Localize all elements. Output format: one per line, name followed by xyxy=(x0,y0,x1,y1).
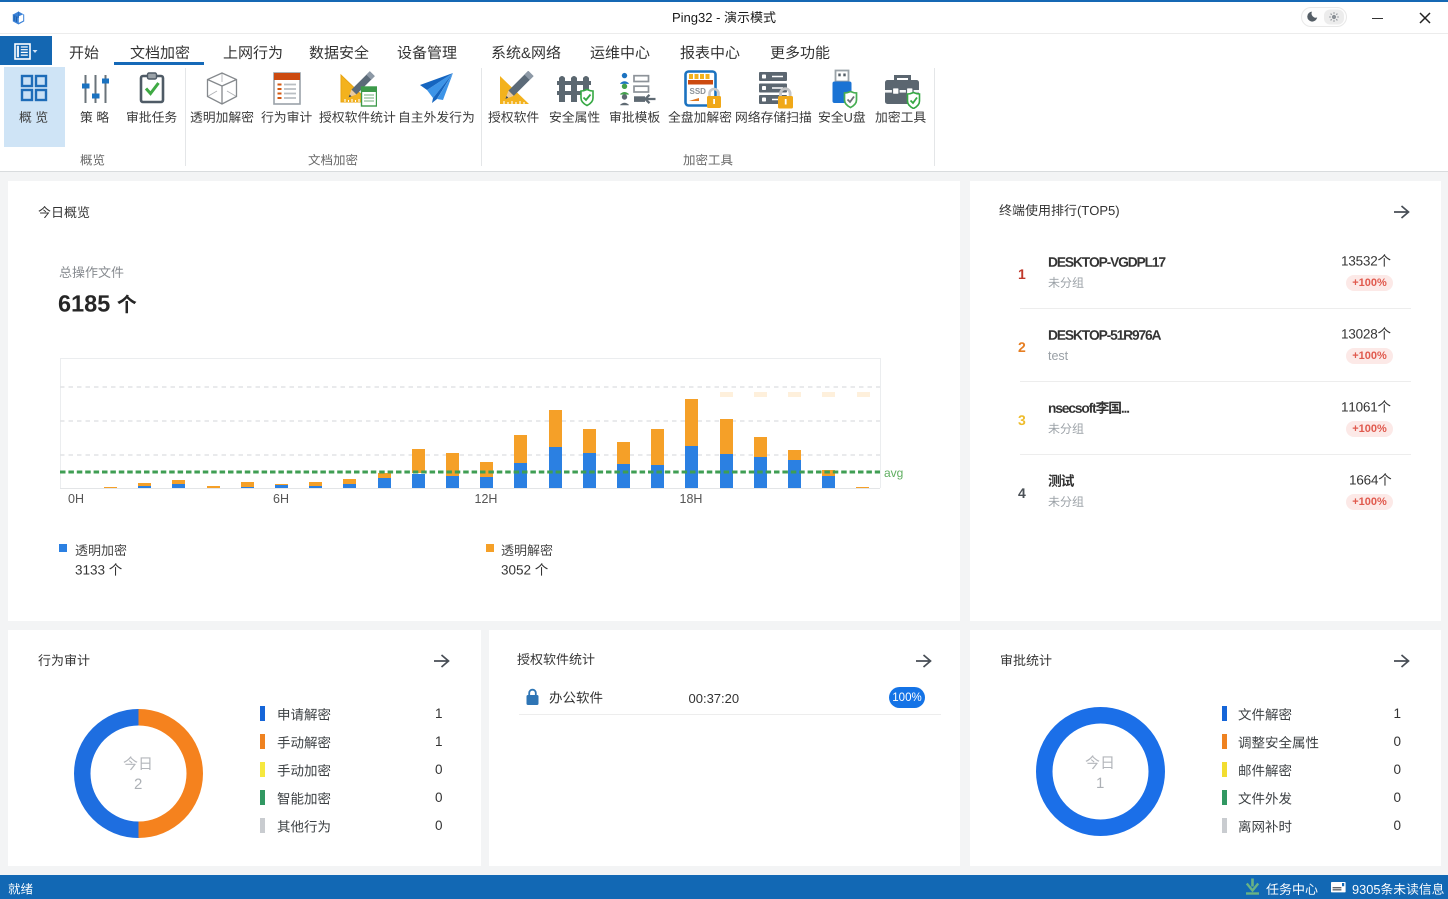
svg-text:SSD: SSD xyxy=(690,87,707,96)
